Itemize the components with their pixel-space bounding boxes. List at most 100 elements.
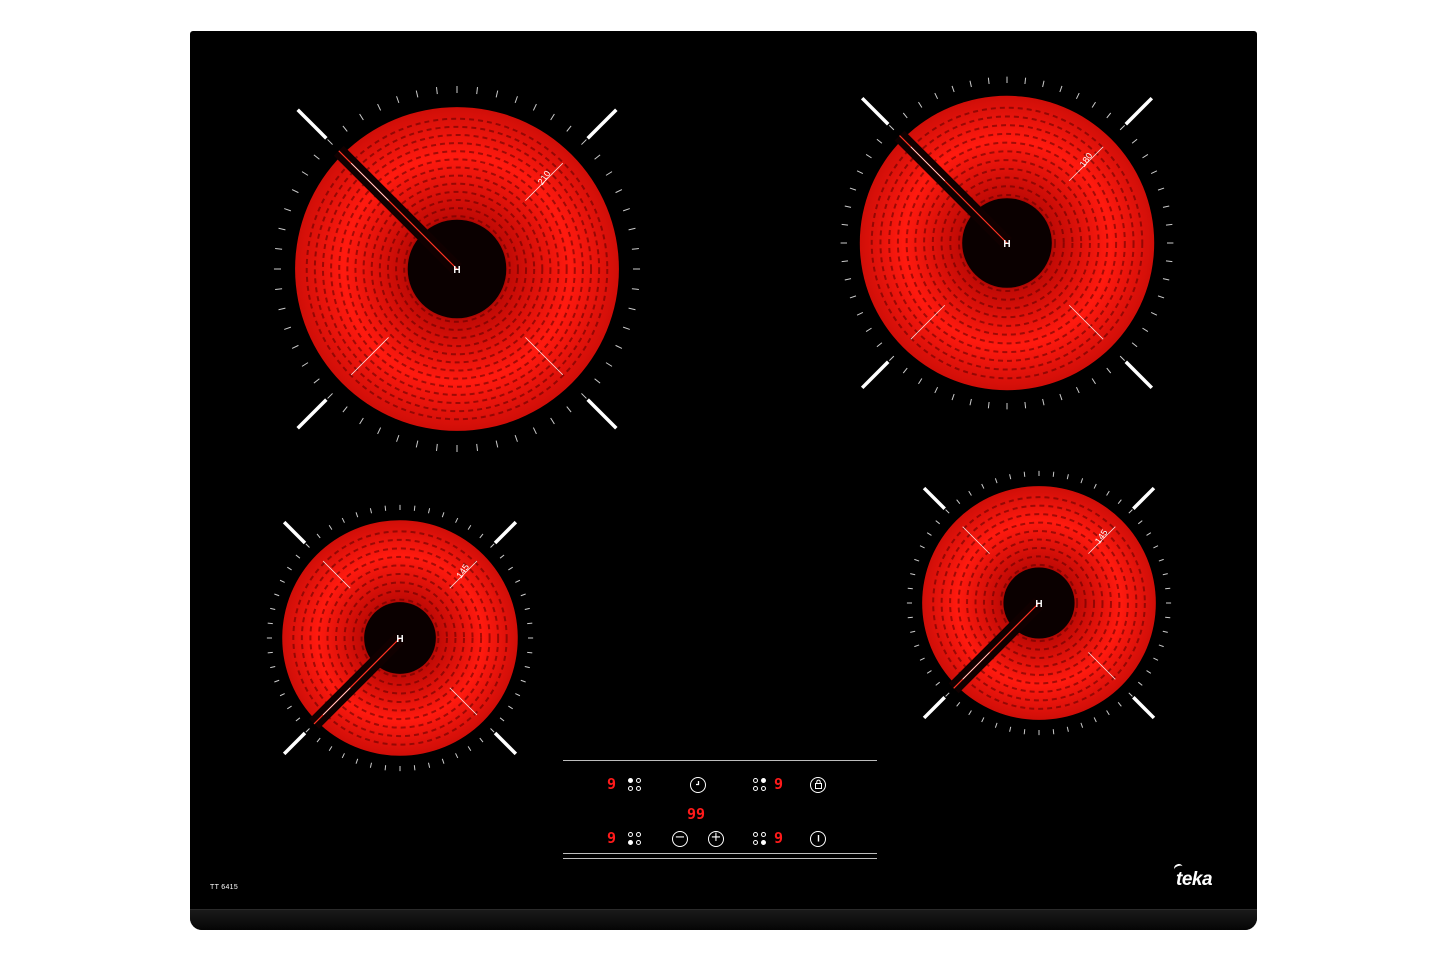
lock-button[interactable]: [810, 777, 826, 793]
zone-tick: [876, 342, 883, 348]
zone-tick: [918, 378, 923, 385]
zone-tick: [969, 80, 972, 88]
zone-tick: [396, 96, 400, 104]
zone-tick: [515, 693, 521, 697]
zone-tick: [328, 746, 333, 751]
zone-tick: [907, 587, 913, 590]
hot-indicator-label: H: [396, 634, 403, 645]
zone-select-front-left-button[interactable]: [628, 832, 642, 846]
zone-tick: [284, 326, 292, 330]
zone-select-rear-right-button[interactable]: [753, 778, 767, 792]
zone-tick: [1162, 630, 1168, 633]
zone-tick: [270, 607, 276, 611]
zone-tick: [1153, 657, 1159, 661]
zone-tick: [1042, 80, 1045, 88]
zone-tick: [499, 554, 505, 559]
hot-indicator-label: H: [1003, 239, 1010, 250]
zone-tick: [355, 758, 359, 764]
zone-tick: [1137, 681, 1143, 686]
zone-tick: [1142, 327, 1149, 332]
zone-tick: [919, 657, 925, 661]
zone-tick: [514, 96, 518, 104]
zone-tick: [1066, 726, 1069, 732]
zone-tick: [1146, 670, 1152, 674]
hot-indicator-label: H: [453, 265, 460, 276]
zone-tick: [1153, 545, 1159, 549]
zone-tick: [415, 440, 419, 448]
timer-button[interactable]: [690, 777, 706, 793]
zone-tick: [369, 508, 373, 514]
zone-tick: [994, 478, 998, 484]
zone-tick: [1093, 483, 1097, 489]
zone-tick: [1024, 401, 1027, 409]
zone-tick: [968, 490, 972, 496]
zone-select-rear-left-button[interactable]: [628, 778, 642, 792]
zone-tick: [1024, 77, 1027, 85]
brand-logo: teka: [1172, 862, 1213, 891]
touch-control-panel: 9 9 99 9 − + 9: [563, 760, 877, 862]
plus-button[interactable]: +: [708, 831, 724, 847]
zone-tick: [581, 139, 587, 145]
zone-tick: [1157, 295, 1165, 299]
zone-tick: [1117, 499, 1122, 505]
zone-tick: [615, 189, 623, 194]
cooking-zone-front-left-large: H210: [273, 85, 641, 453]
zone-tick: [1150, 170, 1158, 175]
zone-tick: [934, 386, 939, 394]
zone-tick: [313, 154, 320, 160]
zone-tick: [1162, 573, 1168, 576]
zone-tick: [907, 616, 913, 619]
zone-tick: [956, 499, 961, 505]
zone-tick: [1137, 520, 1143, 525]
zone-tick: [1106, 490, 1110, 496]
zone-tick: [305, 543, 310, 548]
cooking-zone-rear-right: H180: [840, 76, 1174, 410]
zone-tick: [441, 512, 445, 518]
zone-tick: [327, 139, 333, 145]
zone-tick: [436, 87, 438, 95]
zone-tick: [396, 434, 400, 442]
power-icon: [817, 835, 819, 842]
zone-tick: [1066, 474, 1069, 480]
zone-corner-mark: [860, 96, 890, 126]
zone-tick: [532, 103, 537, 111]
zone-tick: [274, 593, 280, 597]
zone-corner-mark: [493, 731, 518, 756]
zone-tick: [914, 644, 920, 648]
zone-tick: [1052, 471, 1055, 477]
zone-tick: [594, 378, 601, 384]
zone-tick: [479, 533, 484, 539]
zone-tick: [467, 746, 472, 751]
timer-display: 99: [687, 805, 706, 823]
zone-tick: [918, 101, 923, 108]
zone-tick: [267, 622, 273, 625]
zone-select-front-right-button[interactable]: [753, 832, 767, 846]
zone-tick: [1131, 342, 1138, 348]
zone-tick: [1165, 587, 1171, 590]
power-button[interactable]: [810, 831, 826, 847]
zone-tick: [888, 355, 895, 362]
zone-tick: [1080, 722, 1084, 728]
model-label: TT 6415: [210, 884, 239, 891]
zone-corner-mark: [282, 731, 307, 756]
minus-button[interactable]: −: [672, 831, 688, 847]
zone-tick: [910, 630, 916, 633]
zone-tick: [566, 406, 572, 413]
zone-tick: [384, 505, 387, 511]
zone-tick: [377, 427, 382, 435]
zone-tick: [856, 311, 864, 316]
minus-icon: −: [674, 830, 686, 845]
zone-tick: [1117, 701, 1122, 707]
zone-tick: [844, 205, 852, 208]
zone-tick: [935, 681, 941, 686]
zone-tick: [490, 728, 495, 733]
zone-tick: [295, 717, 301, 722]
zone-tick: [981, 717, 985, 723]
zone-tick: [279, 579, 285, 583]
zone-tick: [278, 227, 286, 231]
panel-divider-top: [563, 760, 877, 761]
zone-corner-mark: [922, 696, 946, 720]
zone-tick: [514, 434, 518, 442]
zone-tick: [926, 670, 932, 674]
zone-corner-mark: [1132, 696, 1156, 720]
